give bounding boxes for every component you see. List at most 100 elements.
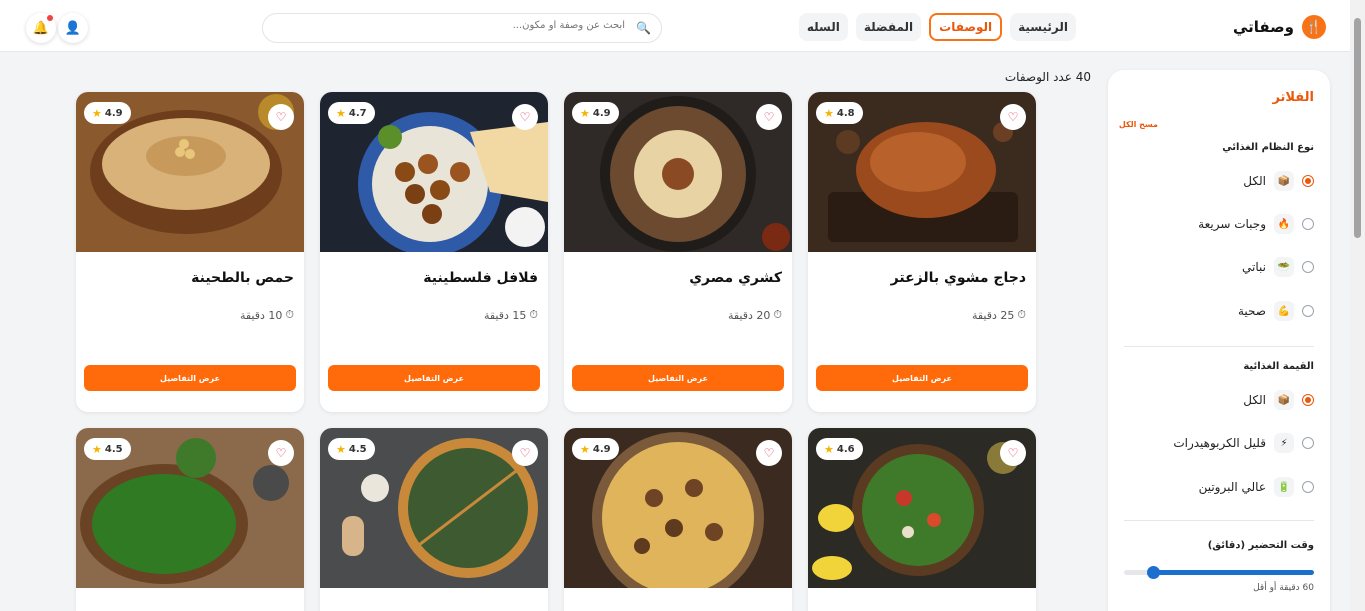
nav-recipes[interactable]: الوصفات	[929, 13, 1003, 41]
view-details-button[interactable]: عرض التفاصيل	[84, 365, 296, 391]
radio-button[interactable]	[1302, 218, 1314, 230]
logo-text: وصفاتي	[1232, 18, 1294, 36]
heart-icon[interactable]: ♡	[1000, 104, 1026, 130]
recipe-card[interactable]: ★ 4.9 ♡	[564, 428, 792, 611]
scrollbar-thumb[interactable]	[1354, 18, 1361, 238]
notification-dot	[47, 15, 53, 21]
rating-badge: ★ 4.8	[816, 102, 863, 124]
star-icon: ★	[92, 442, 102, 456]
heart-icon[interactable]: ♡	[512, 104, 538, 130]
recipe-card[interactable]: ★ 4.9 ♡ حمص بالطحينة ⏱ 10 دقيقة عرض التفاص…	[76, 92, 304, 412]
option-label: عالي البروتين	[1198, 480, 1266, 494]
radio-button[interactable]	[1302, 437, 1314, 449]
nutrition-option-low-carb[interactable]: ⚡ قليل الكربوهيدرات	[1124, 432, 1314, 454]
star-icon: ★	[336, 442, 346, 456]
heart-icon[interactable]: ♡	[756, 440, 782, 466]
rating-badge: ★ 4.9	[572, 102, 619, 124]
option-label: وجبات سريعة	[1198, 217, 1266, 231]
nav-home[interactable]: الرئيسية	[1010, 13, 1076, 41]
fork-knife-icon: 🍴	[1302, 15, 1326, 39]
heart-icon[interactable]: ♡	[268, 440, 294, 466]
slider-handle[interactable]	[1147, 566, 1161, 579]
star-icon: ★	[824, 442, 834, 456]
diet-option-healthy[interactable]: 💪 صحية	[1124, 300, 1314, 322]
recipes-count: 40 عدد الوصفات	[1004, 70, 1091, 84]
timer-icon: ⏱	[773, 308, 782, 321]
rating-badge: ★ 4.6	[816, 438, 863, 460]
battery-icon: 🔋	[1274, 477, 1294, 497]
recipe-card[interactable]: ★ 4.6 ♡	[808, 428, 1036, 611]
muscle-icon: 💪	[1274, 301, 1294, 321]
time-value: 25 دقيقة	[971, 308, 1015, 322]
recipe-title: كشري مصري	[689, 270, 782, 286]
prep-time-slider[interactable]	[1124, 566, 1314, 579]
prep-time-label: 60 دقيقة أو أقل	[1253, 583, 1314, 593]
box-icon: 📦	[1274, 390, 1294, 410]
option-label: قليل الكربوهيدرات	[1173, 436, 1266, 450]
diet-option-vegetarian[interactable]: 🥗 نباتي	[1124, 256, 1314, 278]
page-scrollbar[interactable]	[1350, 0, 1365, 611]
heart-icon[interactable]: ♡	[268, 104, 294, 130]
view-details-button[interactable]: عرض التفاصيل	[572, 365, 784, 391]
search-input[interactable]	[285, 20, 625, 31]
rating-value: 4.8	[836, 107, 855, 119]
option-label: الكل	[1243, 174, 1266, 188]
recipe-card[interactable]: ★ 4.9 ♡ كشري مصري ⏱ 20 دقيقة عرض التفاصيل	[564, 92, 792, 412]
recipe-card[interactable]: ★ 4.5 ♡	[76, 428, 304, 611]
user-icon[interactable]: 👤	[58, 13, 88, 43]
radio-button[interactable]	[1302, 481, 1314, 493]
heart-icon[interactable]: ♡	[1000, 440, 1026, 466]
prep-time: ⏱ 20 دقيقة	[728, 308, 782, 322]
nutrition-option-all[interactable]: 📦 الكل	[1124, 389, 1314, 411]
recipe-card[interactable]: ★ 4.8 ♡ دجاج مشوي بالزعتر ⏱ 25 دقيقة عرض ا…	[808, 92, 1036, 412]
recipe-title: فلافل فلسطينية	[423, 270, 538, 286]
search-icon[interactable]: 🔍	[636, 21, 651, 35]
rating-value: 4.9	[592, 443, 611, 455]
radio-button[interactable]	[1302, 394, 1314, 406]
radio-button[interactable]	[1302, 175, 1314, 187]
timer-icon: ⏱	[285, 308, 294, 321]
prep-time: ⏱ 10 دقيقة	[240, 308, 294, 322]
top-header: وصفاتي 🍴 الرئيسية الوصفات المفضلة السله …	[0, 0, 1350, 52]
rating-badge: ★ 4.5	[328, 438, 375, 460]
view-details-button[interactable]: عرض التفاصيل	[328, 365, 540, 391]
fire-icon: 🔥	[1274, 214, 1294, 234]
star-icon: ★	[336, 106, 346, 120]
diet-option-fast-food[interactable]: 🔥 وجبات سريعة	[1124, 213, 1314, 235]
star-icon: ★	[92, 106, 102, 120]
nutrition-option-high-protein[interactable]: 🔋 عالي البروتين	[1124, 476, 1314, 498]
timer-icon: ⏱	[529, 308, 538, 321]
recipe-card[interactable]: ★ 4.7 ♡ فلافل فلسطينية ⏱ 15 دقيقة عرض التف…	[320, 92, 548, 412]
nav-favorites[interactable]: المفضلة	[855, 13, 922, 41]
radio-button[interactable]	[1302, 261, 1314, 273]
clear-all-button[interactable]: مسح الكل	[1119, 120, 1158, 129]
star-icon: ★	[580, 106, 590, 120]
nav-cart[interactable]: السله	[798, 13, 848, 41]
box-icon: 📦	[1274, 171, 1294, 191]
star-icon: ★	[824, 106, 834, 120]
logo[interactable]: وصفاتي 🍴	[1233, 15, 1326, 39]
bell-icon[interactable]: 🔔	[26, 13, 56, 43]
rating-badge: ★ 4.9	[572, 438, 619, 460]
option-label: صحية	[1238, 304, 1266, 318]
radio-button[interactable]	[1302, 305, 1314, 317]
diet-option-all[interactable]: 📦 الكل	[1124, 170, 1314, 192]
rating-badge: ★ 4.9	[84, 102, 131, 124]
slider-fill	[1154, 570, 1314, 575]
option-label: نباتي	[1242, 260, 1266, 274]
rating-badge: ★ 4.5	[84, 438, 131, 460]
rating-value: 4.5	[104, 443, 123, 455]
rating-value: 4.7	[348, 107, 367, 119]
search-bar: 🔍	[262, 13, 662, 43]
salad-icon: 🥗	[1274, 257, 1294, 277]
heart-icon[interactable]: ♡	[512, 440, 538, 466]
main-nav: الرئيسية الوصفات المفضلة السله	[798, 13, 1076, 41]
timer-icon: ⏱	[1017, 308, 1026, 321]
recipe-title: حمص بالطحينة	[191, 270, 294, 286]
view-details-button[interactable]: عرض التفاصيل	[816, 365, 1028, 391]
time-value: 15 دقيقة	[483, 308, 527, 322]
heart-icon[interactable]: ♡	[756, 104, 782, 130]
recipe-card[interactable]: ★ 4.5 ♡	[320, 428, 548, 611]
filters-title: الفلاتر	[1272, 90, 1314, 105]
rating-value: 4.5	[348, 443, 367, 455]
